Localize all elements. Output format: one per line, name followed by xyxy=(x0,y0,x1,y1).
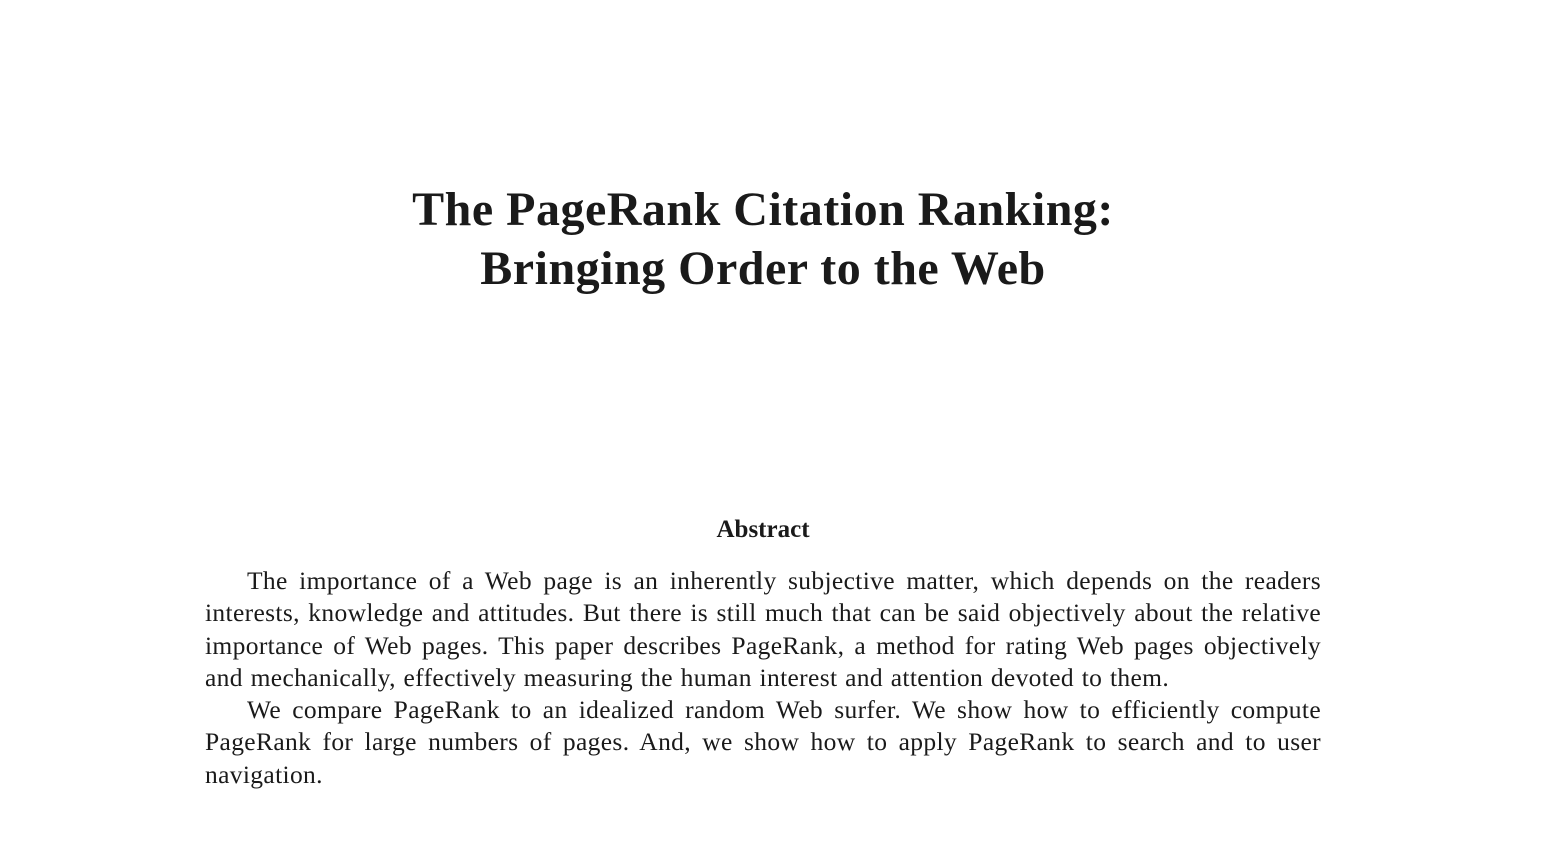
paper-title-line-1: The PageRank Citation Ranking: xyxy=(412,183,1114,236)
paper-title: The PageRank Citation Ranking: Bringing … xyxy=(0,180,1526,298)
abstract-paragraph-2: We compare PageRank to an idealized rand… xyxy=(205,695,1321,789)
abstract-paragraph-1: The importance of a Web page is an inher… xyxy=(205,566,1321,692)
paper-title-line-2: Bringing Order to the Web xyxy=(480,242,1046,295)
paper-page: The PageRank Citation Ranking: Bringing … xyxy=(0,0,1556,868)
abstract-body: The importance of a Web page is an inher… xyxy=(205,565,1321,791)
abstract-heading: Abstract xyxy=(716,516,810,543)
